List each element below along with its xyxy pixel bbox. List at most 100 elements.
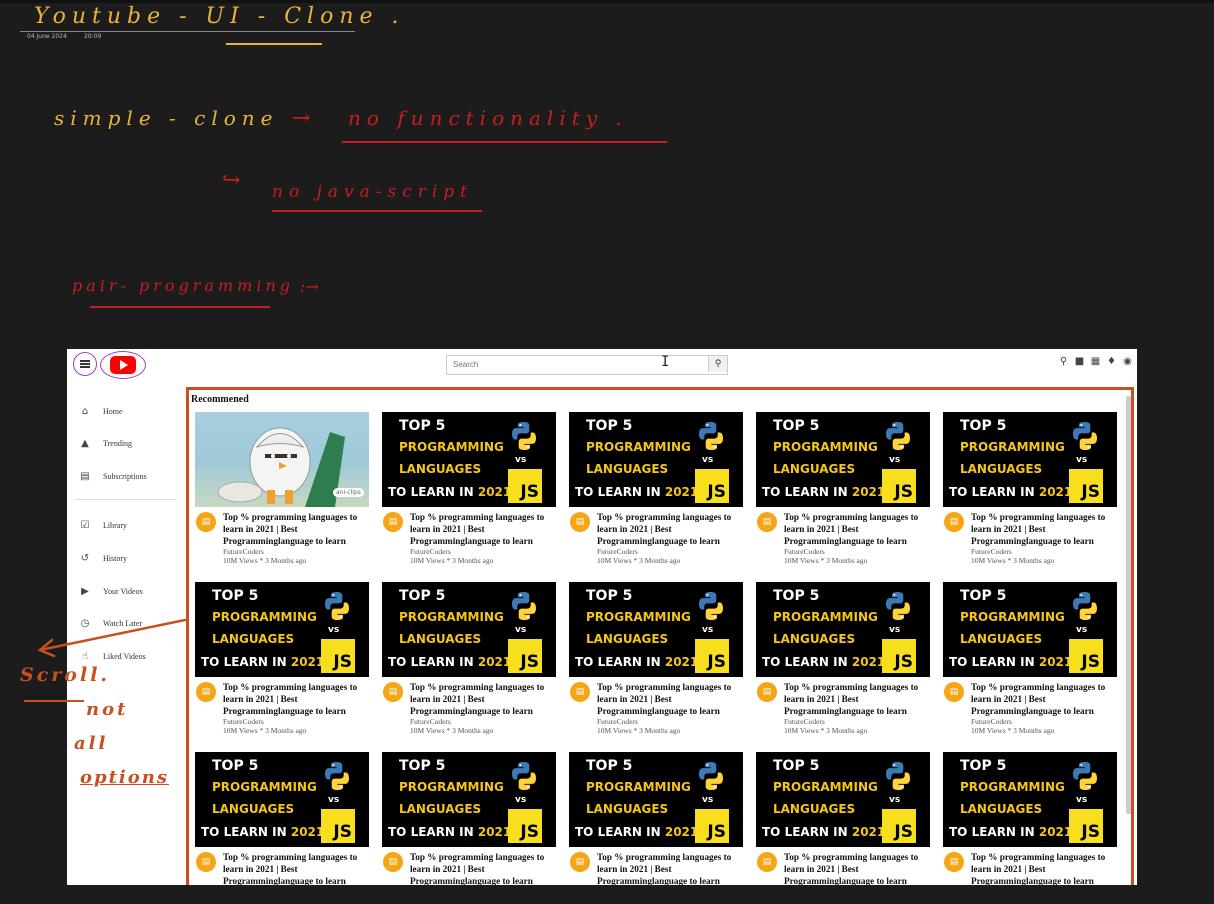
video-card[interactable]: TOP 5 PROGRAMMING LANGUAGES TO LEARN IN 202… xyxy=(756,752,930,885)
scrollbar[interactable] xyxy=(1126,396,1131,814)
video-meta: 10M Views * 3 Months ago xyxy=(410,726,494,735)
video-thumbnail[interactable]: TOP 5 PROGRAMMING LANGUAGES TO LEARN IN 202… xyxy=(382,752,556,847)
video-thumbnail[interactable]: TOP 5 PROGRAMMING LANGUAGES TO LEARN IN 202… xyxy=(569,752,743,847)
video-channel[interactable]: FutureCoders xyxy=(784,717,825,726)
channel-avatar-icon[interactable]: ▤ xyxy=(196,512,216,532)
video-channel[interactable]: FutureCoders xyxy=(223,547,264,556)
video-title[interactable]: Top % programming languages to learn in … xyxy=(784,511,930,547)
video-title[interactable]: Top % programming languages to learn in … xyxy=(784,851,930,885)
thumbnail-vs: vs xyxy=(702,455,714,465)
video-card[interactable]: TOP 5 PROGRAMMING LANGUAGES TO LEARN IN 202… xyxy=(569,412,743,572)
video-card[interactable]: TOP 5 PROGRAMMING LANGUAGES TO LEARN IN 202… xyxy=(569,752,743,885)
sidebar-item-library[interactable]: ☑ Library xyxy=(79,520,127,531)
video-title[interactable]: Top % programming languages to learn in … xyxy=(784,681,930,717)
channel-avatar-icon[interactable]: ▤ xyxy=(944,512,964,532)
sidebar-item-subscriptions[interactable]: ▤ Subscriptions xyxy=(79,471,147,482)
thumbnail-line-3: LANGUAGES xyxy=(399,632,482,646)
channel-avatar-icon[interactable]: ▤ xyxy=(196,852,216,872)
video-card[interactable]: TOP 5 PROGRAMMING LANGUAGES TO LEARN IN 202… xyxy=(943,752,1117,885)
channel-avatar-icon[interactable]: ▤ xyxy=(196,682,216,702)
video-title[interactable]: Top % programming languages to learn in … xyxy=(410,681,556,717)
video-thumbnail[interactable]: TOP 5 PROGRAMMING LANGUAGES TO LEARN IN 202… xyxy=(195,752,369,847)
channel-avatar-icon[interactable]: ▤ xyxy=(944,852,964,872)
video-title[interactable]: Top % programming languages to learn in … xyxy=(971,681,1117,717)
sidebar-item-home[interactable]: ⌂ Home xyxy=(79,406,123,417)
channel-avatar-icon[interactable]: ▤ xyxy=(570,682,590,702)
channel-avatar-icon[interactable]: ▤ xyxy=(570,852,590,872)
video-thumbnail[interactable]: TOP 5 PROGRAMMING LANGUAGES TO LEARN IN 202… xyxy=(943,752,1117,847)
video-title[interactable]: Top % programming languages to learn in … xyxy=(223,851,369,885)
video-title[interactable]: Top % programming languages to learn in … xyxy=(410,511,556,547)
video-channel[interactable]: FutureCoders xyxy=(410,717,451,726)
video-channel[interactable]: FutureCoders xyxy=(223,717,264,726)
thumbnail-vs: vs xyxy=(515,625,527,635)
video-title[interactable]: Top % programming languages to learn in … xyxy=(410,851,556,885)
thumbnail-year: 2021 xyxy=(664,825,699,839)
video-card[interactable]: TOP 5 PROGRAMMING LANGUAGES TO LEARN IN 202… xyxy=(943,412,1117,572)
search-icon[interactable]: ⚲ xyxy=(1058,356,1069,367)
channel-avatar-icon[interactable]: ▤ xyxy=(383,682,403,702)
video-thumbnail[interactable]: TOP 5 PROGRAMMING LANGUAGES TO LEARN IN 202… xyxy=(756,582,930,677)
video-thumbnail[interactable]: TOP 5 PROGRAMMING LANGUAGES TO LEARN IN 202… xyxy=(382,412,556,507)
top-navbar: ⚲ I ⚲ ■ ▦ ♦ ◉ xyxy=(67,349,1137,379)
thumbnail-line-4-text: TO LEARN IN xyxy=(201,825,287,839)
apps-grid-icon[interactable]: ▦ xyxy=(1090,356,1101,367)
channel-avatar-icon[interactable]: ▤ xyxy=(944,682,964,702)
video-card[interactable]: TOP 5 PROGRAMMING LANGUAGES TO LEARN IN 202… xyxy=(195,582,369,742)
video-card[interactable]: TOP 5 PROGRAMMING LANGUAGES TO LEARN IN 202… xyxy=(756,412,930,572)
video-channel[interactable]: FutureCoders xyxy=(597,717,638,726)
video-channel[interactable]: FutureCoders xyxy=(410,547,451,556)
video-channel[interactable]: FutureCoders xyxy=(784,547,825,556)
channel-avatar-icon[interactable]: ▤ xyxy=(757,852,777,872)
video-thumbnail[interactable]: TOP 5 PROGRAMMING LANGUAGES TO LEARN IN 202… xyxy=(756,412,930,507)
video-card[interactable]: TOP 5 PROGRAMMING LANGUAGES TO LEARN IN 202… xyxy=(569,582,743,742)
sidebar-item-history[interactable]: ↺ History xyxy=(79,553,127,564)
search-icon[interactable]: ⚲ xyxy=(708,356,727,372)
thumbnail-line-2: PROGRAMMING xyxy=(773,440,878,454)
thumbnail-line-1: TOP 5 xyxy=(773,588,820,604)
channel-avatar-icon[interactable]: ▤ xyxy=(570,512,590,532)
thumbnail-line-3: LANGUAGES xyxy=(773,802,856,816)
video-title[interactable]: Top % programming languages to learn in … xyxy=(597,851,743,885)
sidebar-item-trending[interactable]: ▲ Trending xyxy=(79,438,132,449)
video-thumbnail[interactable]: TOP 5 PROGRAMMING LANGUAGES TO LEARN IN 202… xyxy=(943,582,1117,677)
video-thumbnail[interactable]: TOP 5 PROGRAMMING LANGUAGES TO LEARN IN 202… xyxy=(756,752,930,847)
video-thumbnail[interactable]: TOP 5 PROGRAMMING LANGUAGES TO LEARN IN 202… xyxy=(569,582,743,677)
video-thumbnail[interactable]: TOP 5 PROGRAMMING LANGUAGES TO LEARN IN 202… xyxy=(943,412,1117,507)
note-time: 20:09 xyxy=(84,33,102,40)
hamburger-menu-icon[interactable] xyxy=(73,352,97,376)
video-card[interactable]: TOP 5 PROGRAMMING LANGUAGES TO LEARN IN 202… xyxy=(195,752,369,885)
video-title[interactable]: Top % programming languages to learn in … xyxy=(223,511,369,547)
scroll-annotation-arrow xyxy=(37,618,187,658)
channel-avatar-icon[interactable]: ▤ xyxy=(757,682,777,702)
channel-avatar-icon[interactable]: ▤ xyxy=(383,512,403,532)
video-title[interactable]: Top % programming languages to learn in … xyxy=(971,511,1117,547)
video-channel[interactable]: FutureCoders xyxy=(971,717,1012,726)
video-card[interactable]: TOP 5 PROGRAMMING LANGUAGES TO LEARN IN 202… xyxy=(382,582,556,742)
thumbnail-line-2: PROGRAMMING xyxy=(212,610,317,624)
search-input[interactable] xyxy=(447,356,717,372)
video-camera-icon[interactable]: ■ xyxy=(1074,356,1085,367)
youtube-logo[interactable] xyxy=(100,351,146,379)
video-thumbnail[interactable]: TOP 5 PROGRAMMING LANGUAGES TO LEARN IN 202… xyxy=(382,582,556,677)
video-card[interactable]: TOP 5 PROGRAMMING LANGUAGES TO LEARN IN 202… xyxy=(943,582,1117,742)
channel-avatar-icon[interactable]: ▤ xyxy=(383,852,403,872)
video-card[interactable]: TOP 5 PROGRAMMING LANGUAGES TO LEARN IN 202… xyxy=(382,412,556,572)
sidebar-item-label: Subscriptions xyxy=(103,472,147,481)
channel-avatar-icon[interactable]: ▤ xyxy=(757,512,777,532)
video-title[interactable]: Top % programming languages to learn in … xyxy=(223,681,369,717)
video-channel[interactable]: FutureCoders xyxy=(971,547,1012,556)
video-title[interactable]: Top % programming languages to learn in … xyxy=(597,681,743,717)
video-card[interactable]: TOP 5 PROGRAMMING LANGUAGES TO LEARN IN 202… xyxy=(382,752,556,885)
video-card[interactable]: TOP 5 PROGRAMMING LANGUAGES TO LEARN IN 202… xyxy=(756,582,930,742)
video-card[interactable]: ani-clips ▤ Top % programming languages to… xyxy=(195,412,369,572)
video-channel[interactable]: FutureCoders xyxy=(597,547,638,556)
sidebar-item-your-videos[interactable]: ▶ Your Videos xyxy=(79,586,143,597)
bell-icon[interactable]: ♦ xyxy=(1106,356,1117,367)
account-icon[interactable]: ◉ xyxy=(1122,356,1133,367)
video-thumbnail[interactable]: TOP 5 PROGRAMMING LANGUAGES TO LEARN IN 202… xyxy=(569,412,743,507)
video-thumbnail[interactable]: TOP 5 PROGRAMMING LANGUAGES TO LEARN IN 202… xyxy=(195,582,369,677)
video-thumbnail[interactable]: ani-clips xyxy=(195,412,369,507)
video-title[interactable]: Top % programming languages to learn in … xyxy=(597,511,743,547)
video-title[interactable]: Top % programming languages to learn in … xyxy=(971,851,1117,885)
